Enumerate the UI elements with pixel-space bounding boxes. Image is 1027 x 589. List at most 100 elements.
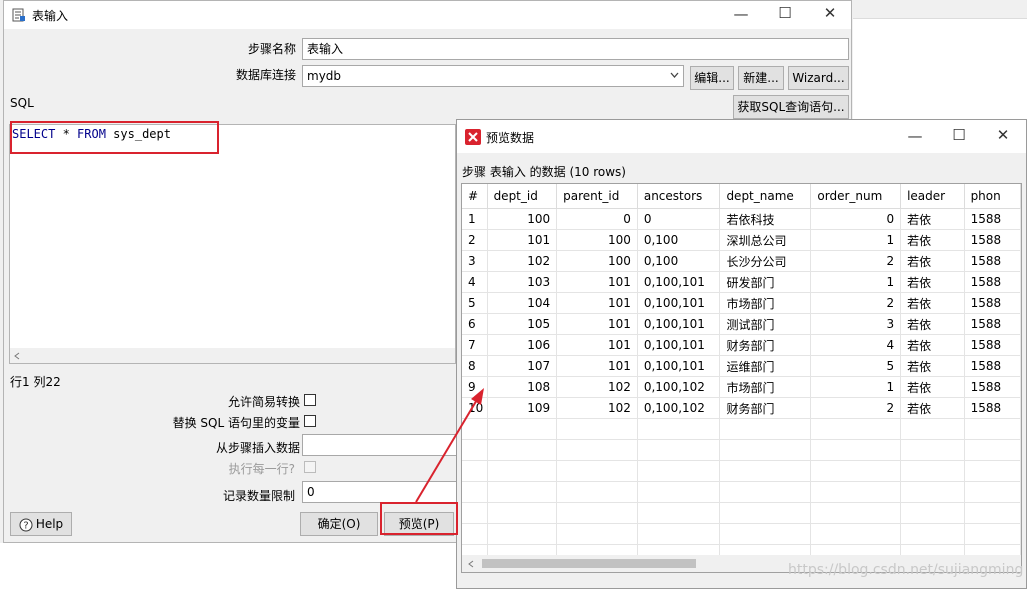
table-cell[interactable]: 1 bbox=[810, 229, 902, 251]
table-cell[interactable]: 100 bbox=[556, 250, 638, 272]
table-row[interactable]: 2 101 100 0,100 深圳总公司 1 若依 1588 bbox=[462, 229, 1021, 251]
minimize-icon[interactable]: — bbox=[718, 5, 764, 23]
table-cell[interactable]: 1588 bbox=[964, 355, 1021, 377]
table-cell[interactable]: 102 bbox=[556, 397, 638, 419]
table-cell[interactable]: 3 bbox=[462, 250, 488, 272]
column-header-dept-name[interactable]: dept_name bbox=[719, 184, 812, 209]
table-cell[interactable]: 0,100,101 bbox=[637, 334, 721, 356]
table-cell[interactable]: 0,100,102 bbox=[637, 397, 721, 419]
table-cell[interactable]: 105 bbox=[487, 313, 558, 335]
insert-from-step-select[interactable] bbox=[302, 434, 458, 456]
table-cell[interactable]: 财务部门 bbox=[719, 397, 812, 419]
table-cell[interactable]: 103 bbox=[487, 271, 558, 293]
table-cell[interactable]: 101 bbox=[556, 334, 638, 356]
edit-connection-button[interactable]: 编辑... bbox=[690, 66, 734, 90]
table-cell[interactable]: 财务部门 bbox=[719, 334, 812, 356]
table-cell[interactable]: 2 bbox=[810, 250, 902, 272]
table-cell[interactable]: 0 bbox=[637, 208, 721, 230]
table-cell[interactable]: 100 bbox=[556, 229, 638, 251]
table-cell[interactable]: 1588 bbox=[964, 313, 1021, 335]
table-cell[interactable]: 若依 bbox=[900, 229, 965, 251]
table-cell[interactable]: 2 bbox=[462, 229, 488, 251]
table-row[interactable]: 7 106 101 0,100,101 财务部门 4 若依 1588 bbox=[462, 334, 1021, 356]
table-cell[interactable]: 1588 bbox=[964, 250, 1021, 272]
sql-editor[interactable]: SELECT * FROM sys_dept bbox=[9, 124, 456, 364]
column-header-parent-id[interactable]: parent_id bbox=[556, 184, 638, 209]
table-cell[interactable]: 1588 bbox=[964, 229, 1021, 251]
table-cell[interactable]: 若依 bbox=[900, 250, 965, 272]
help-button[interactable]: ? Help bbox=[10, 512, 72, 536]
table-cell[interactable]: 101 bbox=[487, 229, 558, 251]
table-cell[interactable]: 0,100,102 bbox=[637, 376, 721, 398]
maximize-icon[interactable]: ☐ bbox=[762, 4, 808, 22]
table-cell[interactable]: 3 bbox=[810, 313, 902, 335]
table-cell[interactable]: 101 bbox=[556, 313, 638, 335]
table-cell[interactable]: 若依科技 bbox=[719, 208, 812, 230]
lazy-conversion-checkbox[interactable] bbox=[304, 394, 316, 406]
table-cell[interactable]: 若依 bbox=[900, 355, 965, 377]
column-header-ancestors[interactable]: ancestors bbox=[637, 184, 721, 209]
table-cell[interactable]: 长沙分公司 bbox=[719, 250, 812, 272]
table-cell[interactable]: 0,100,101 bbox=[637, 313, 721, 335]
table-cell[interactable]: 0,100,101 bbox=[637, 271, 721, 293]
table-cell[interactable]: 5 bbox=[462, 292, 488, 314]
table-cell[interactable]: 101 bbox=[556, 355, 638, 377]
table-cell[interactable]: 100 bbox=[487, 208, 558, 230]
replace-variables-checkbox[interactable] bbox=[304, 415, 316, 427]
table-cell[interactable]: 106 bbox=[487, 334, 558, 356]
table-cell[interactable]: 0,100,101 bbox=[637, 355, 721, 377]
table-cell[interactable]: 9 bbox=[462, 376, 488, 398]
sql-horizontal-scrollbar[interactable] bbox=[10, 348, 455, 363]
table-row[interactable]: 10 109 102 0,100,102 财务部门 2 若依 1588 bbox=[462, 397, 1021, 419]
limit-input[interactable]: 0 bbox=[302, 481, 458, 503]
table-cell[interactable]: 1 bbox=[810, 271, 902, 293]
table-cell[interactable]: 101 bbox=[556, 271, 638, 293]
minimize-icon[interactable]: — bbox=[892, 127, 938, 145]
ok-button[interactable]: 确定(O) bbox=[300, 512, 378, 536]
table-cell[interactable]: 4 bbox=[462, 271, 488, 293]
wizard-button[interactable]: Wizard... bbox=[788, 66, 849, 90]
close-icon[interactable]: ✕ bbox=[807, 4, 853, 22]
new-connection-button[interactable]: 新建... bbox=[738, 66, 784, 90]
table-cell[interactable]: 1588 bbox=[964, 292, 1021, 314]
table-cell[interactable]: 若依 bbox=[900, 208, 965, 230]
table-cell[interactable]: 7 bbox=[462, 334, 488, 356]
maximize-icon[interactable]: ☐ bbox=[936, 126, 982, 144]
table-cell[interactable]: 104 bbox=[487, 292, 558, 314]
table-cell[interactable]: 若依 bbox=[900, 313, 965, 335]
column-header-leader[interactable]: leader bbox=[900, 184, 965, 209]
db-connection-select[interactable]: mydb bbox=[302, 65, 684, 87]
table-cell[interactable]: 若依 bbox=[900, 271, 965, 293]
table-cell[interactable]: 1588 bbox=[964, 334, 1021, 356]
table-row[interactable]: 1 100 0 0 若依科技 0 若依 1588 bbox=[462, 208, 1021, 230]
table-cell[interactable]: 测试部门 bbox=[719, 313, 812, 335]
table-cell[interactable]: 研发部门 bbox=[719, 271, 812, 293]
table-cell[interactable]: 101 bbox=[556, 292, 638, 314]
table-cell[interactable]: 若依 bbox=[900, 397, 965, 419]
get-sql-query-button[interactable]: 获取SQL查询语句... bbox=[733, 95, 849, 119]
table-cell[interactable]: 1588 bbox=[964, 208, 1021, 230]
table-cell[interactable]: 1588 bbox=[964, 397, 1021, 419]
table-row[interactable]: 9 108 102 0,100,102 市场部门 1 若依 1588 bbox=[462, 376, 1021, 398]
table-cell[interactable]: 107 bbox=[487, 355, 558, 377]
table-row[interactable]: 6 105 101 0,100,101 测试部门 3 若依 1588 bbox=[462, 313, 1021, 335]
table-cell[interactable]: 5 bbox=[810, 355, 902, 377]
table-cell[interactable]: 6 bbox=[462, 313, 488, 335]
table-cell[interactable]: 若依 bbox=[900, 376, 965, 398]
table-cell[interactable]: 1588 bbox=[964, 376, 1021, 398]
table-row[interactable]: 5 104 101 0,100,101 市场部门 2 若依 1588 bbox=[462, 292, 1021, 314]
table-cell[interactable]: 2 bbox=[810, 397, 902, 419]
table-cell[interactable]: 1588 bbox=[964, 271, 1021, 293]
table-cell[interactable]: 102 bbox=[556, 376, 638, 398]
table-cell[interactable]: 108 bbox=[487, 376, 558, 398]
execute-each-row-checkbox[interactable] bbox=[304, 461, 316, 473]
table-cell[interactable]: 若依 bbox=[900, 334, 965, 356]
scroll-left-icon[interactable] bbox=[468, 560, 474, 568]
table-cell[interactable]: 0,100 bbox=[637, 250, 721, 272]
table-cell[interactable]: 0 bbox=[810, 208, 902, 230]
scrollbar-thumb[interactable] bbox=[482, 559, 696, 568]
table-cell[interactable]: 市场部门 bbox=[719, 292, 812, 314]
table-cell[interactable]: 1 bbox=[462, 208, 488, 230]
table-cell[interactable]: 10 bbox=[462, 397, 488, 419]
column-header-phone[interactable]: phon bbox=[964, 184, 1021, 209]
